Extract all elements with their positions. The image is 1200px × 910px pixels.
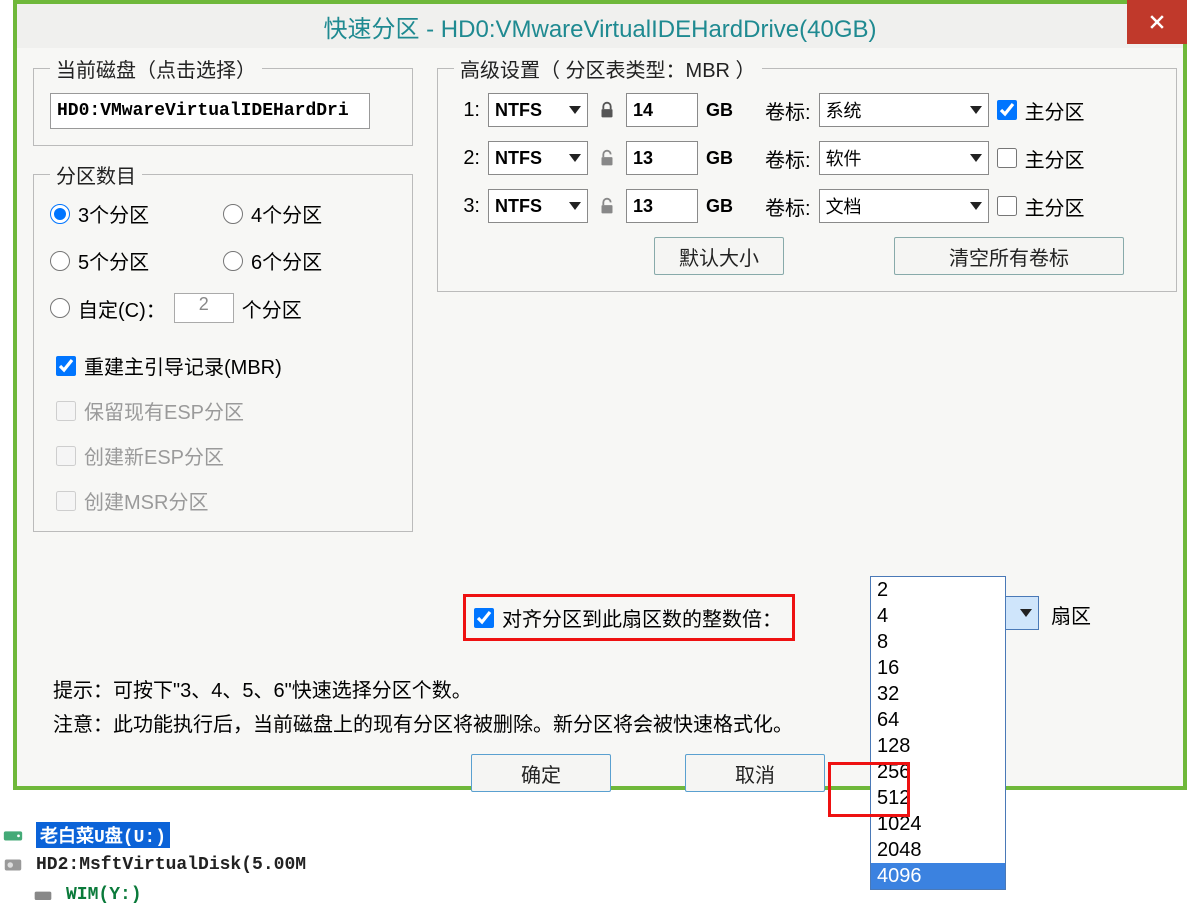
new-msr-checkbox: 创建MSR分区 xyxy=(56,486,396,515)
close-icon xyxy=(1147,12,1167,32)
drive-icon xyxy=(0,824,26,846)
partition-row-3: 3: NTFS 13 GB 卷标: 文档 主分区 xyxy=(454,189,1160,223)
primary-checkbox[interactable]: 主分区 xyxy=(997,144,1085,173)
fs-combo[interactable]: NTFS xyxy=(488,189,588,223)
clear-labels-button[interactable]: 清空所有卷标 xyxy=(894,237,1124,275)
align-option[interactable]: 512 xyxy=(871,785,1005,811)
hdd-icon xyxy=(0,854,26,876)
align-option[interactable]: 2048 xyxy=(871,837,1005,863)
radio-4-partitions[interactable]: 4个分区 xyxy=(223,199,396,228)
size-spin[interactable]: 13 xyxy=(626,189,698,223)
advanced-legend: 高级设置（ 分区表类型：MBR ） xyxy=(454,54,762,83)
align-option[interactable]: 1024 xyxy=(871,811,1005,837)
chevron-down-icon xyxy=(970,106,982,114)
current-disk-legend: 当前磁盘（点击选择） xyxy=(50,54,262,83)
align-option[interactable]: 16 xyxy=(871,655,1005,681)
radio-3-partitions[interactable]: 3个分区 xyxy=(50,199,223,228)
align-option[interactable]: 4 xyxy=(871,603,1005,629)
chevron-down-icon xyxy=(569,106,581,114)
cancel-button[interactable]: 取消 xyxy=(685,754,825,792)
radio-5-partitions[interactable]: 5个分区 xyxy=(50,246,223,275)
fs-combo[interactable]: NTFS xyxy=(488,93,588,127)
u-disk-label: 老白菜U盘(U:) xyxy=(36,822,170,848)
align-unit-label: 扇区 xyxy=(1051,600,1091,629)
current-disk-group: 当前磁盘（点击选择） HD0:VMwareVirtualIDEHardDri xyxy=(33,54,413,146)
chevron-down-icon xyxy=(970,154,982,162)
align-option[interactable]: 8 xyxy=(871,629,1005,655)
wim-label: WIM(Y:) xyxy=(66,885,142,905)
ok-button[interactable]: 确定 xyxy=(471,754,611,792)
size-spin[interactable]: 14 xyxy=(626,93,698,127)
chevron-down-icon xyxy=(569,202,581,210)
volume-combo[interactable]: 文档 xyxy=(819,189,989,223)
lock-icon xyxy=(596,99,618,121)
keep-esp-checkbox: 保留现有ESP分区 xyxy=(56,396,396,425)
new-esp-checkbox: 创建新ESP分区 xyxy=(56,441,396,470)
volume-combo[interactable]: 系统 xyxy=(819,93,989,127)
primary-checkbox[interactable]: 主分区 xyxy=(997,96,1085,125)
quick-partition-dialog: 快速分区 - HD0:VMwareVirtualIDEHardDrive(40G… xyxy=(13,0,1187,790)
align-option[interactable]: 4096 xyxy=(871,863,1005,889)
volume-combo[interactable]: 软件 xyxy=(819,141,989,175)
tree-item[interactable]: 老白菜U盘(U:) xyxy=(0,820,1200,850)
window-title: 快速分区 - HD0:VMwareVirtualIDEHardDrive(40G… xyxy=(323,9,876,44)
align-option[interactable]: 256 xyxy=(871,759,1005,785)
radio-custom-partitions[interactable]: 自定(C)： 2 个分区 xyxy=(50,293,396,323)
align-option[interactable]: 32 xyxy=(871,681,1005,707)
partition-count-group: 分区数目 3个分区 4个分区 5个分区 6个分区 自定(C)： 2 个分区 重建… xyxy=(33,160,413,532)
tree-item[interactable]: HD2:MsftVirtualDisk(5.00M xyxy=(0,850,1200,880)
hd2-label: HD2:MsftVirtualDisk(5.00M xyxy=(36,855,306,875)
align-checkbox[interactable]: 对齐分区到此扇区数的整数倍： xyxy=(474,603,782,632)
chevron-down-icon xyxy=(569,154,581,162)
close-button[interactable] xyxy=(1127,0,1187,44)
align-highlight: 对齐分区到此扇区数的整数倍： xyxy=(463,594,795,641)
partition-count-legend: 分区数目 xyxy=(50,160,142,189)
right-column: 高级设置（ 分区表类型：MBR ） 1: NTFS 14 GB 卷标: 系统 主… xyxy=(437,54,1177,306)
tree-item[interactable]: WIM(Y:) xyxy=(0,880,1200,910)
custom-count-spin[interactable]: 2 xyxy=(174,293,234,323)
align-option[interactable]: 2 xyxy=(871,577,1005,603)
partition-row-2: 2: NTFS 13 GB 卷标: 软件 主分区 xyxy=(454,141,1160,175)
unlock-icon xyxy=(596,195,618,217)
primary-checkbox[interactable]: 主分区 xyxy=(997,192,1085,221)
titlebar: 快速分区 - HD0:VMwareVirtualIDEHardDrive(40G… xyxy=(17,4,1183,48)
align-area: 对齐分区到此扇区数的整数倍： xyxy=(463,594,795,641)
chevron-down-icon xyxy=(1020,609,1032,617)
partition-row-1: 1: NTFS 14 GB 卷标: 系统 主分区 xyxy=(454,93,1160,127)
left-column: 当前磁盘（点击选择） HD0:VMwareVirtualIDEHardDri 分… xyxy=(33,54,413,546)
hint-text: 提示：可按下"3、4、5、6"快速选择分区个数。 注意：此功能执行后，当前磁盘上… xyxy=(53,674,793,742)
fs-combo[interactable]: NTFS xyxy=(488,141,588,175)
unlock-icon xyxy=(596,147,618,169)
drive-icon xyxy=(30,885,56,905)
align-sector-dropdown[interactable]: 248163264128256512102420484096 xyxy=(870,576,1006,890)
advanced-settings-group: 高级设置（ 分区表类型：MBR ） 1: NTFS 14 GB 卷标: 系统 主… xyxy=(437,54,1177,292)
disk-entry[interactable]: HD0:VMwareVirtualIDEHardDri xyxy=(50,93,370,129)
chevron-down-icon xyxy=(970,202,982,210)
align-option[interactable]: 64 xyxy=(871,707,1005,733)
size-spin[interactable]: 13 xyxy=(626,141,698,175)
rebuild-mbr-checkbox[interactable]: 重建主引导记录(MBR) xyxy=(56,351,396,380)
disk-tree: 老白菜U盘(U:) HD2:MsftVirtualDisk(5.00M WIM(… xyxy=(0,790,1200,886)
align-option[interactable]: 128 xyxy=(871,733,1005,759)
radio-6-partitions[interactable]: 6个分区 xyxy=(223,246,396,275)
default-size-button[interactable]: 默认大小 xyxy=(654,237,784,275)
